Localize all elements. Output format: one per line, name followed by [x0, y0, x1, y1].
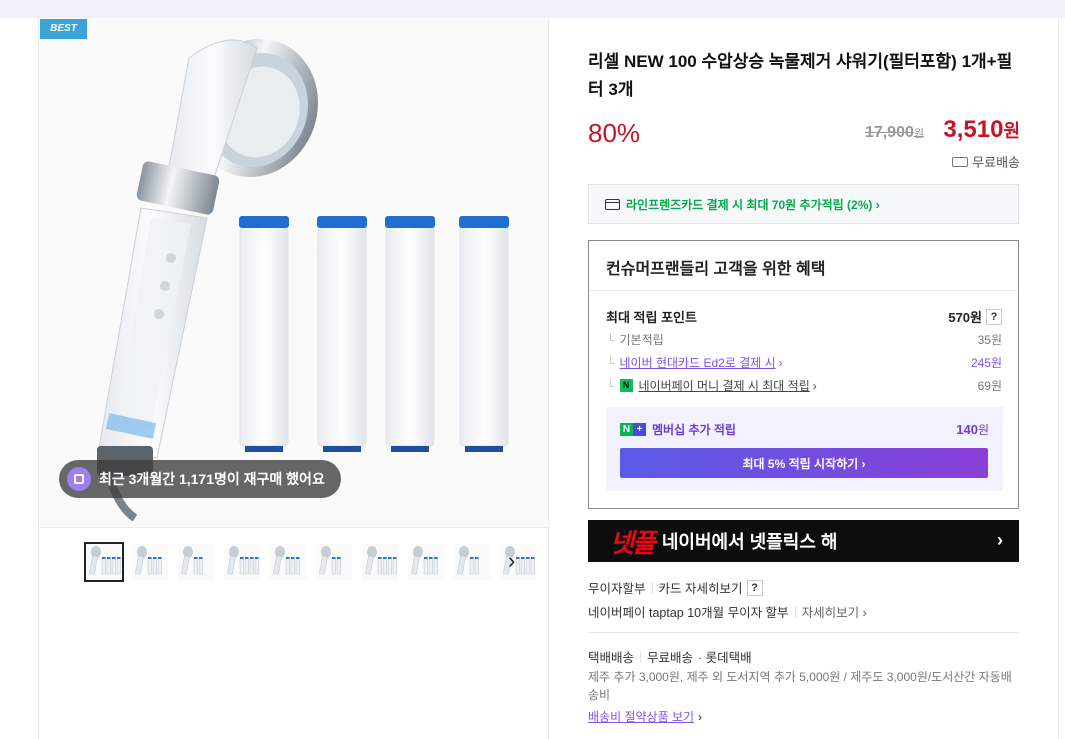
- best-badge: BEST: [40, 19, 87, 39]
- netflix-logo: 넷플: [610, 527, 656, 558]
- membership-label: 멤버십 추가 적립: [652, 423, 736, 437]
- product-thumbnail[interactable]: [176, 542, 216, 582]
- max-points-amount: 570원: [948, 310, 982, 325]
- main-product-image[interactable]: BEST 최근 3개월간 1,171명이 재구매 했어요: [39, 18, 548, 527]
- npay-installment-detail-link[interactable]: 자세히보기 ›: [802, 602, 867, 621]
- basic-points-amount: 35원: [977, 333, 1002, 347]
- thumb-divider: [39, 527, 548, 528]
- max-points-row: 최대 적립 포인트 570원 ?: [606, 307, 1002, 326]
- membership-start-button[interactable]: 최대 5% 적립 시작하기 ›: [620, 448, 988, 478]
- benefit-title: 컨슈머프랜들리 고객을 위한 혜택: [606, 261, 826, 278]
- product-thumbnail[interactable]: [452, 542, 492, 582]
- free-shipping-label: 무료배송: [972, 155, 1020, 170]
- card-benefit-text: 라인프렌즈카드 결제 시 최대 70원 추가적립 (2%) ›: [626, 197, 880, 212]
- product-thumbnail[interactable]: [314, 542, 354, 582]
- truck-icon: [952, 156, 969, 167]
- points-help-icon[interactable]: ?: [986, 308, 1002, 325]
- benefit-divider: [590, 290, 1017, 291]
- delivery-courier: · 롯데택배: [698, 651, 752, 665]
- product-gallery: BEST 최근 3개월간 1,171명이 재구매 했어요 ›: [38, 18, 549, 739]
- membership-row: N + 멤버십 추가 적립 140원: [620, 421, 989, 438]
- hyundai-card-points-row[interactable]: └ 네이버 현대카드 Ed2로 결제 시 › 245원: [606, 354, 1002, 371]
- shipping-saving-link[interactable]: 배송비 절약상품 보기 ›: [588, 708, 702, 725]
- membership-amount: 140원: [956, 422, 989, 437]
- installment-label: 무이자할부: [588, 582, 646, 596]
- repurchase-notice: 최근 3개월간 1,171명이 재구매 했어요: [59, 460, 341, 498]
- netflix-banner[interactable]: 넷플 네이버에서 넷플릭스 해 ›: [588, 520, 1019, 562]
- product-thumbnail[interactable]: [84, 542, 124, 582]
- npay-installment-text: 네이버페이 taptap 10개월 무이자 할부: [588, 606, 789, 620]
- discount-rate: 80%: [588, 118, 641, 148]
- benefit-box: 컨슈머프랜들리 고객을 위한 혜택 최대 적립 포인트 570원 ? └ 기본적립…: [588, 240, 1019, 509]
- shopping-bag-icon: [67, 467, 91, 491]
- netflix-text: 네이버에서 넷플릭스 해: [661, 532, 838, 552]
- top-strip: [0, 0, 1065, 18]
- delivery-fee: 무료배송: [647, 651, 694, 665]
- product-thumbnail[interactable]: [360, 542, 400, 582]
- repurchase-text: 최근 3개월간 1,171명이 재구매 했어요: [99, 471, 325, 487]
- product-title: 리셀 NEW 100 수압상승 녹물제거 샤워기(필터포함) 1개+필터 3개: [588, 52, 1013, 99]
- card-benefit-banner[interactable]: 라인프렌즈카드 결제 시 최대 70원 추가적립 (2%) ›: [588, 184, 1019, 224]
- free-shipping: 무료배송: [952, 152, 1020, 171]
- npay-installment-row: 네이버페이 taptap 10개월 무이자 할부 자세히보기 ›: [588, 602, 867, 621]
- delivery-extra-fee: 제주 추가 3,000원, 제주 외 도서지역 추가 5,000원 / 제주도 …: [588, 670, 1012, 702]
- product-thumbnail[interactable]: [222, 542, 262, 582]
- info-divider: [588, 632, 1019, 633]
- npay-icon: N: [619, 379, 633, 392]
- membership-panel: N + 멤버십 추가 적립 140원 최대 5% 적립 시작하기 ›: [606, 407, 1003, 491]
- product-thumbnail[interactable]: [268, 542, 308, 582]
- product-thumbnail[interactable]: [130, 542, 170, 582]
- credit-card-icon: [605, 198, 620, 210]
- chevron-right-icon: ›: [698, 710, 703, 724]
- card-detail-link[interactable]: 카드 자세히보기: [659, 578, 743, 597]
- chevron-right-icon: ›: [997, 530, 1003, 550]
- basic-points-row: └ 기본적립 35원: [606, 332, 1002, 348]
- sale-price: 3,510원: [943, 116, 1020, 143]
- delivery-row: 택배배송 무료배송 · 롯데택배: [588, 647, 752, 666]
- max-points-label: 최대 적립 포인트: [606, 310, 697, 325]
- product-thumbnail[interactable]: [406, 542, 446, 582]
- npay-money-points-row[interactable]: └ N 네이버페이 머니 결제 시 최대 적립 › 69원: [606, 377, 1002, 394]
- installment-row: 무이자할부 카드 자세히보기 ?: [588, 578, 763, 597]
- shower-head-illustration: [39, 18, 548, 527]
- installment-help-icon[interactable]: ?: [746, 579, 763, 596]
- hyundai-card-points-link[interactable]: 네이버 현대카드 Ed2로 결제 시: [620, 354, 776, 371]
- npay-money-points-amount: 69원: [977, 379, 1002, 393]
- thumbnail-strip: [84, 542, 538, 582]
- naver-plus-icon: N +: [620, 423, 646, 436]
- hyundai-card-points-amount: 245원: [970, 356, 1002, 370]
- delivery-type: 택배배송: [588, 651, 635, 665]
- npay-money-points-link[interactable]: 네이버페이 머니 결제 시 최대 적립: [639, 377, 810, 394]
- basic-points-label: 기본적립: [619, 333, 664, 347]
- original-price: 17,900원: [864, 124, 924, 141]
- thumbnail-next-arrow[interactable]: ›: [508, 550, 530, 574]
